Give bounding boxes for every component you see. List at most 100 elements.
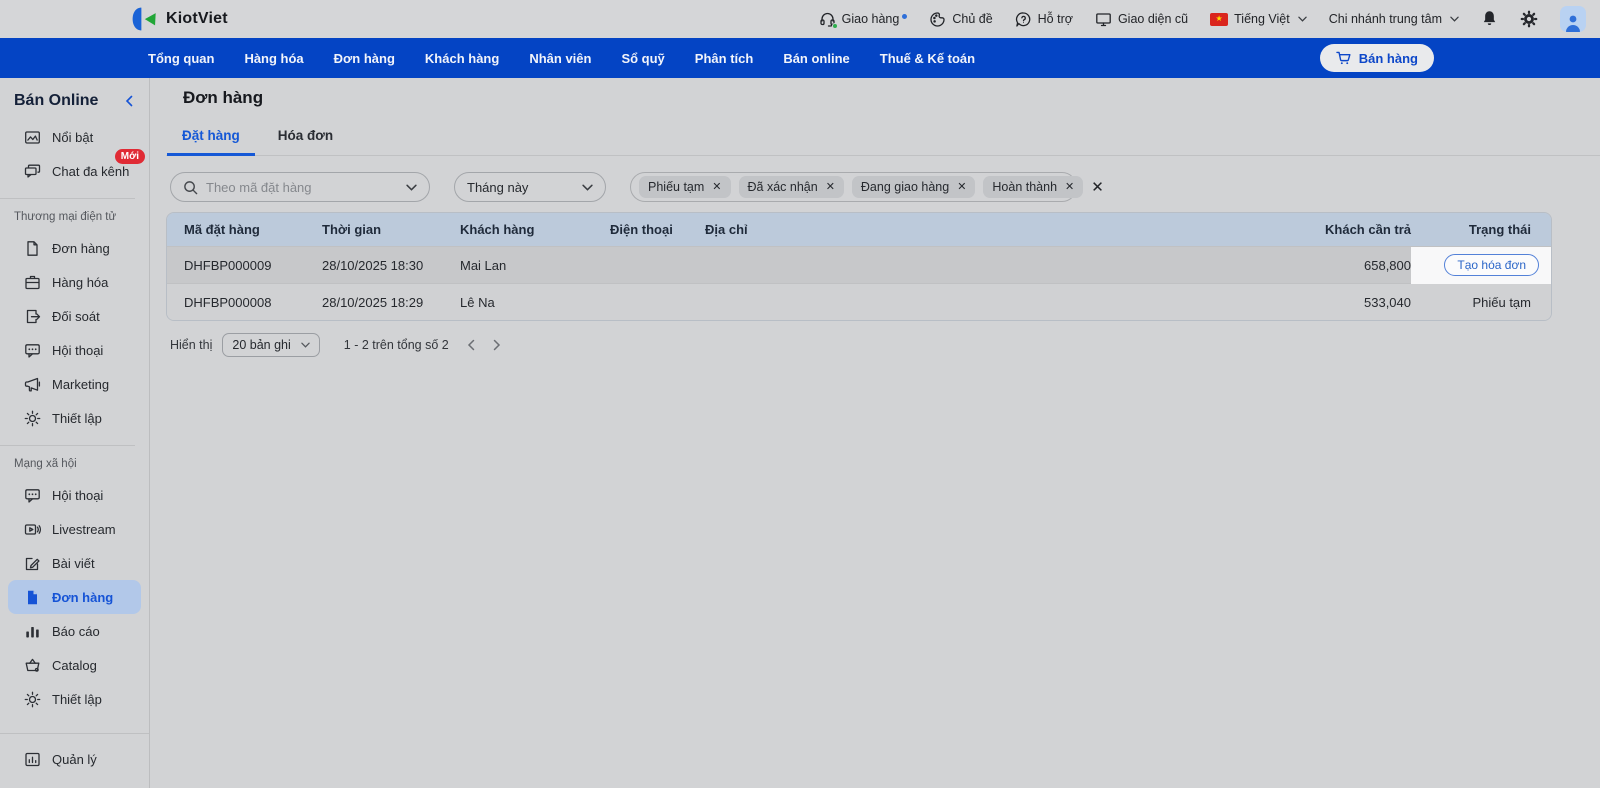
nav-item-hang-hoa[interactable]: Hàng hóa — [244, 51, 303, 66]
create-invoice-button[interactable]: Tạo hóa đơn — [1444, 254, 1539, 276]
sidebar-item-bao-cao[interactable]: Báo cáo — [0, 614, 149, 648]
chip-close-icon[interactable]: ✕ — [826, 181, 835, 193]
post-edit-icon — [24, 555, 41, 572]
filter-row: Tháng này Phiếu tạm ✕ Đã xác nhận ✕ Đang… — [170, 172, 1552, 202]
chip-label: Hoàn thành — [992, 180, 1058, 194]
main-nav-items: Tổng quan Hàng hóa Đơn hàng Khách hàng N… — [148, 51, 975, 66]
tab-hoa-don[interactable]: Hóa đơn — [263, 128, 348, 156]
gear-icon[interactable] — [1520, 10, 1538, 28]
sidebar-bottom: Quản lý — [0, 723, 149, 788]
filter-chip-phieu-tam[interactable]: Phiếu tạm ✕ — [639, 176, 731, 198]
catalog-basket-icon — [24, 657, 41, 674]
sidebar-item-hoi-thoai-mxh[interactable]: Hội thoại — [0, 478, 149, 512]
nav-item-ban-online[interactable]: Bán online — [783, 51, 849, 66]
prev-page-icon[interactable] — [467, 339, 475, 351]
sell-button-label: Bán hàng — [1358, 50, 1418, 66]
settings-gear-icon — [24, 691, 41, 708]
chip-close-icon[interactable]: ✕ — [712, 181, 721, 193]
tab-dat-hang[interactable]: Đặt hàng — [167, 128, 255, 156]
sidebar-section-social: Mạng xã hội — [14, 458, 77, 470]
topbar-item-giao-hang[interactable]: Giao hàng — [819, 11, 908, 29]
chip-close-icon[interactable]: ✕ — [957, 181, 966, 193]
chip-close-icon[interactable]: ✕ — [1065, 181, 1074, 193]
search-input[interactable] — [206, 179, 396, 195]
sidebar-item-label: Hội thoại — [52, 487, 104, 503]
sidebar-item-label: Hội thoại — [52, 342, 104, 358]
sidebar-item-doi-soat[interactable]: Đối soát — [0, 299, 149, 333]
sidebar-item-livestream[interactable]: Livestream — [0, 512, 149, 546]
nav-item-tong-quan[interactable]: Tổng quan — [148, 51, 214, 66]
chevron-down-icon — [1298, 16, 1307, 22]
sidebar-item-don-hang-mxh[interactable]: Đơn hàng — [8, 580, 141, 614]
sidebar-collapse-icon[interactable] — [125, 95, 133, 107]
language-label: Tiếng Việt — [1234, 12, 1290, 26]
support-icon — [1015, 11, 1032, 28]
period-select[interactable]: Tháng này — [454, 172, 606, 202]
nav-item-don-hang[interactable]: Đơn hàng — [334, 51, 395, 66]
sidebar-item-label: Chat đa kênh — [52, 163, 130, 179]
filter-chip-da-xac-nhan[interactable]: Đã xác nhận ✕ — [738, 176, 844, 198]
cell-status-action: Tạo hóa đơn — [1411, 246, 1551, 284]
filter-chip-dang-giao-hang[interactable]: Đang giao hàng ✕ — [851, 176, 976, 198]
sidebar-item-label: Bài viết — [52, 555, 95, 571]
table-row[interactable]: DHFBP000008 28/10/2025 18:29 Lê Na 533,0… — [167, 283, 1551, 320]
cell-customer: Mai Lan — [460, 257, 507, 273]
palette-icon — [929, 11, 946, 28]
sidebar-item-label: Livestream — [52, 521, 116, 537]
table-row[interactable]: DHFBP000009 28/10/2025 18:30 Mai Lan 658… — [167, 246, 1551, 284]
nav-item-khach-hang[interactable]: Khách hàng — [425, 51, 499, 66]
sidebar-divider — [0, 733, 149, 734]
sidebar-item-don-hang-tmdt[interactable]: Đơn hàng — [0, 231, 149, 265]
topbar-item-chu-de[interactable]: Chủ đề — [929, 11, 993, 28]
language-selector[interactable]: ★ Tiếng Việt — [1210, 12, 1307, 26]
sidebar-item-hang-hoa[interactable]: Hàng hóa — [0, 265, 149, 299]
branch-label: Chi nhánh trung tâm — [1328, 12, 1442, 26]
filter-chip-hoan-thanh[interactable]: Hoàn thành ✕ — [983, 176, 1084, 198]
nav-item-so-quy[interactable]: Sổ quỹ — [621, 51, 664, 66]
cell-time: 28/10/2025 18:29 — [322, 294, 424, 310]
chip-label: Đang giao hàng — [860, 180, 950, 194]
settings-gear-icon — [24, 410, 41, 427]
sell-button[interactable]: Bán hàng — [1319, 44, 1434, 72]
sidebar-item-marketing[interactable]: Marketing — [0, 367, 149, 401]
nav-item-phan-tich[interactable]: Phân tích — [695, 51, 754, 66]
page-size-select[interactable]: 20 bản ghi — [222, 333, 320, 357]
col-time: Thời gian — [322, 222, 382, 237]
megaphone-icon — [24, 376, 41, 393]
nav-item-nhan-vien[interactable]: Nhân viên — [529, 51, 591, 66]
branch-selector[interactable]: Chi nhánh trung tâm — [1329, 12, 1459, 26]
sidebar-item-chat-da-kenh[interactable]: Chat đa kênh Mới — [0, 149, 149, 188]
sidebar-item-thiet-lap-tmdt[interactable]: Thiết lập — [0, 401, 149, 435]
kiotviet-logo[interactable]: KiotViet — [130, 5, 228, 33]
topbar-item-ho-tro[interactable]: Hỗ trợ — [1015, 11, 1073, 28]
user-avatar[interactable] — [1560, 6, 1586, 32]
conversation-icon — [24, 342, 41, 359]
bell-icon[interactable] — [1481, 10, 1498, 28]
cell-time: 28/10/2025 18:30 — [322, 257, 424, 273]
sidebar-item-hoi-thoai-tmdt[interactable]: Hội thoại — [0, 333, 149, 367]
conversation-icon — [24, 487, 41, 504]
sidebar-item-label: Marketing — [52, 376, 110, 392]
topbar-item-label: Hỗ trợ — [1037, 12, 1073, 26]
sidebar-item-label: Nổi bật — [52, 129, 94, 145]
sidebar-item-catalog[interactable]: Catalog — [0, 648, 149, 682]
sidebar-divider — [0, 445, 135, 446]
nav-item-thue-ke-toan[interactable]: Thuế & Kế toán — [880, 51, 975, 66]
chevron-down-icon — [1450, 16, 1459, 22]
search-icon — [183, 180, 198, 195]
pagination: Hiển thị 20 bản ghi 1 - 2 trên tổng số 2 — [170, 333, 1552, 357]
sidebar-item-thiet-lap-mxh[interactable]: Thiết lập — [0, 682, 149, 716]
next-page-icon[interactable] — [493, 339, 501, 351]
cell-customer: Lê Na — [460, 294, 495, 310]
chevron-down-icon[interactable] — [406, 184, 417, 191]
status-filter-box[interactable]: Phiếu tạm ✕ Đã xác nhận ✕ Đang giao hàng… — [630, 172, 1104, 202]
sidebar-item-bai-viet[interactable]: Bài viết — [0, 546, 149, 580]
order-search-box[interactable] — [170, 172, 430, 202]
clear-filters-icon[interactable]: ✕ — [1091, 180, 1104, 195]
record-range: 1 - 2 trên tổng số 2 — [343, 338, 449, 352]
sidebar-item-quan-ly[interactable]: Quản lý — [0, 742, 149, 776]
vietnam-flag-icon: ★ — [1210, 12, 1229, 26]
topbar-item-giao-dien-cu[interactable]: Giao diện cũ — [1095, 11, 1188, 28]
sidebar-item-label: Báo cáo — [52, 623, 100, 639]
col-amount-due: Khách cần trả — [1325, 222, 1411, 237]
